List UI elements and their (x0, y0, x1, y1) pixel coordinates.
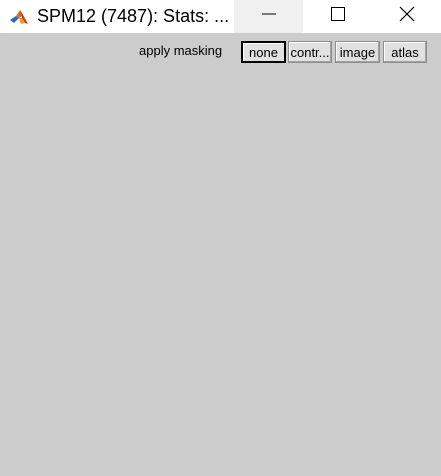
matlab-icon (8, 6, 30, 28)
close-button[interactable] (372, 0, 441, 33)
close-icon (399, 6, 415, 27)
mask-image-button[interactable]: image (335, 41, 380, 63)
title-bar[interactable]: SPM12 (7487): Stats: ... (0, 0, 441, 33)
minimize-button[interactable] (234, 0, 303, 33)
mask-atlas-button[interactable]: atlas (383, 41, 427, 63)
minimize-icon (261, 7, 276, 26)
maximize-icon (330, 7, 345, 26)
mask-contrast-button[interactable]: contr... (288, 41, 332, 63)
figure-canvas: apply masking none contr... image atlas (0, 33, 441, 476)
window-title: SPM12 (7487): Stats: ... (37, 6, 230, 26)
mask-none-button[interactable]: none (241, 41, 286, 63)
apply-masking-label: apply masking (139, 43, 223, 58)
spm-stats-window: SPM12 (7487): Stats: ... apply masking n… (0, 0, 441, 476)
maximize-button[interactable] (303, 0, 372, 33)
